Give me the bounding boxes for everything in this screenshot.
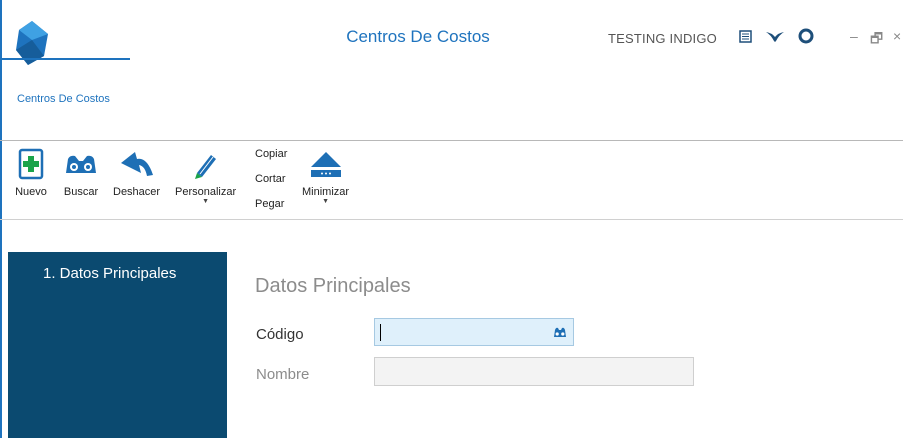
- pegar-button[interactable]: Pegar: [255, 198, 284, 210]
- minimizar-label: Minimizar: [302, 186, 350, 198]
- copiar-button[interactable]: Copiar: [255, 148, 287, 160]
- chevron-down-icon: ▼: [202, 198, 210, 205]
- personalizar-label: Personalizar: [175, 186, 237, 198]
- deshacer-button[interactable]: Deshacer: [113, 146, 160, 198]
- personalizar-button[interactable]: Personalizar ▼: [175, 146, 236, 206]
- codigo-label: Código: [256, 326, 304, 343]
- binoculars-icon: [66, 155, 96, 173]
- nombre-input[interactable]: [374, 357, 694, 386]
- restore-window-button[interactable]: 🗗: [870, 28, 883, 52]
- pencil-icon: [194, 155, 216, 179]
- minimize-window-button[interactable]: –: [850, 28, 858, 44]
- bird-icon[interactable]: [765, 26, 785, 46]
- buscar-button[interactable]: Buscar: [63, 146, 99, 198]
- nombre-label: Nombre: [256, 366, 310, 383]
- minimizar-button[interactable]: Minimizar ▼: [302, 146, 349, 206]
- codigo-input[interactable]: [374, 318, 574, 346]
- nuevo-button[interactable]: Nuevo: [13, 146, 49, 198]
- buscar-label: Buscar: [63, 186, 99, 198]
- ribbon-top-divider: [0, 140, 903, 141]
- user-name[interactable]: TESTING INDIGO: [608, 31, 717, 46]
- binoculars-icon[interactable]: [553, 326, 567, 338]
- notes-icon[interactable]: [735, 26, 755, 46]
- ribbon-bottom-divider: [0, 219, 903, 220]
- active-tab-indicator: [0, 58, 130, 60]
- eject-icon: [310, 152, 341, 177]
- undo-icon: [120, 152, 153, 176]
- deshacer-label: Deshacer: [113, 186, 161, 198]
- gear-icon[interactable]: [796, 26, 816, 46]
- text-cursor: [380, 324, 381, 341]
- sidebar-item-datos-principales[interactable]: 1. Datos Principales: [43, 265, 176, 282]
- nuevo-label: Nuevo: [15, 186, 47, 198]
- section-title: Datos Principales: [255, 275, 411, 297]
- close-window-button[interactable]: ×: [893, 28, 901, 44]
- tab-centros-de-costos[interactable]: Centros De Costos: [17, 93, 110, 105]
- cortar-button[interactable]: Cortar: [255, 173, 286, 185]
- new-doc-icon: [18, 148, 44, 180]
- side-nav: 1. Datos Principales: [8, 252, 227, 438]
- chevron-down-icon: ▼: [322, 198, 329, 205]
